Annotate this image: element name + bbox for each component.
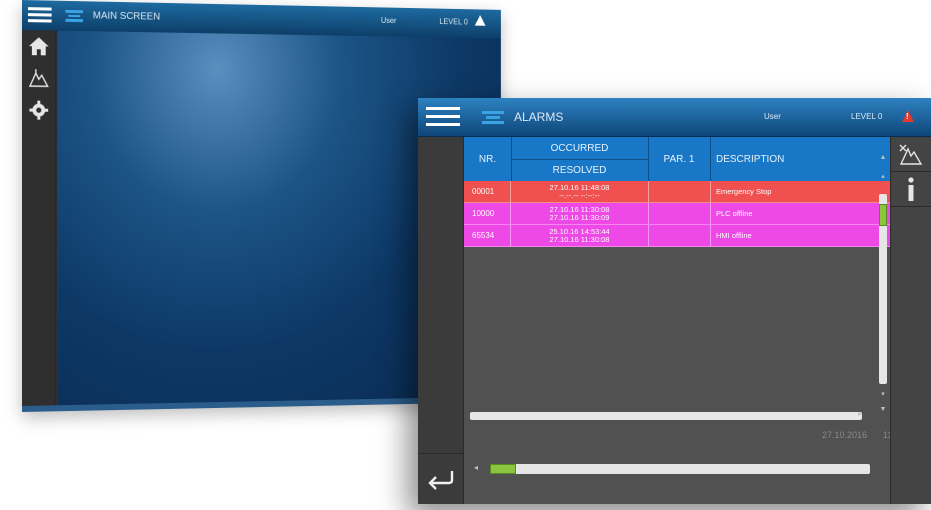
right-sidebar xyxy=(890,137,931,504)
home-button[interactable] xyxy=(22,30,56,62)
page-title: ALARMS xyxy=(514,110,564,124)
date-label: 27.10.2016 xyxy=(822,430,868,440)
cell-description: HMI offline xyxy=(716,231,752,240)
cell-par1 xyxy=(648,203,711,224)
scroll-up-icon[interactable]: ▴ xyxy=(879,172,887,180)
horizontal-scrollbar[interactable]: ◂ xyxy=(470,463,880,476)
hscroll-track[interactable] xyxy=(470,412,862,420)
column-header-nr[interactable]: NR. xyxy=(464,137,512,181)
horizontal-scroll-track[interactable] xyxy=(490,464,870,474)
horizontal-scroll-thumb[interactable] xyxy=(490,464,516,474)
back-button[interactable] xyxy=(418,453,463,504)
cell-nr: 10000 xyxy=(464,203,511,224)
alarm-acknowledge-icon xyxy=(899,144,923,165)
warning-icon[interactable] xyxy=(474,15,486,26)
alarm-header: ALARMS User LEVEL 0 xyxy=(418,98,931,137)
scroll-left-icon[interactable]: ◂ xyxy=(474,463,478,472)
cell-par1 xyxy=(648,181,711,202)
info-icon xyxy=(908,177,914,201)
scroll-right-icon[interactable]: ▸ xyxy=(858,409,862,418)
logo-icon xyxy=(65,9,84,23)
alarm-icon xyxy=(28,69,49,88)
table-hscroll-track[interactable]: ▸ xyxy=(470,409,862,422)
cell-time: 25.10.16 14:53:44 27.10.16 11:30:08 xyxy=(511,225,649,246)
table-row[interactable]: 65534 25.10.16 14:53:44 27.10.16 11:30:0… xyxy=(464,225,892,247)
cell-resolved: 27.10.16 11:30:08 xyxy=(549,234,610,244)
scroll-down-icon[interactable]: ▾ xyxy=(879,390,887,398)
sidebar xyxy=(22,30,57,412)
alarm-screen-panel: ALARMS User LEVEL 0 NR. OCCURRED RESOLVE… xyxy=(418,98,931,504)
cell-description: Emergency Stop xyxy=(716,187,772,196)
scroll-bottom-icon[interactable]: ▼ xyxy=(879,406,887,413)
user-label: User xyxy=(380,16,397,26)
column-header-occurred[interactable]: OCCURRED xyxy=(511,137,649,160)
cell-resolved: --.--.-- --:--:-- xyxy=(559,190,600,200)
home-icon xyxy=(28,37,49,56)
cell-par1 xyxy=(648,225,711,246)
return-arrow-icon xyxy=(427,471,453,490)
cell-nr: 00001 xyxy=(464,181,511,202)
level-label: LEVEL 0 xyxy=(439,17,468,27)
cell-time: 27.10.16 11:48:08 --.--.-- --:--:-- xyxy=(511,181,649,202)
warning-icon[interactable] xyxy=(902,110,914,122)
table-row[interactable]: 10000 27.10.16 11:30:08 27.10.16 11:30:0… xyxy=(464,203,892,225)
vertical-scrollbar[interactable]: ▲ ▴ ▾ ▼ xyxy=(879,154,887,414)
alarm-table: NR. OCCURRED RESOLVED PAR. 1 DESCRIPTION… xyxy=(464,137,892,504)
info-button[interactable] xyxy=(891,172,931,207)
column-header-description[interactable]: DESCRIPTION xyxy=(710,137,892,181)
alarm-button[interactable] xyxy=(22,62,56,94)
cell-time: 27.10.16 11:30:08 27.10.16 11:30:09 xyxy=(511,203,649,224)
menu-icon[interactable] xyxy=(426,107,460,127)
table-row[interactable]: 00001 27.10.16 11:48:08 --.--.-- --:--:-… xyxy=(464,181,892,203)
table-header: NR. OCCURRED RESOLVED PAR. 1 DESCRIPTION xyxy=(464,137,892,181)
acknowledge-button[interactable] xyxy=(891,137,931,172)
left-sidebar xyxy=(418,137,464,504)
cell-description: PLC offline xyxy=(716,209,753,218)
settings-button[interactable] xyxy=(22,94,56,126)
scroll-top-icon[interactable]: ▲ xyxy=(879,154,887,161)
user-label: User xyxy=(764,112,781,121)
cell-nr: 65534 xyxy=(464,225,511,246)
column-header-resolved[interactable]: RESOLVED xyxy=(511,159,649,181)
cell-resolved: 27.10.16 11:30:09 xyxy=(549,212,610,222)
logo-icon xyxy=(482,110,504,124)
column-header-par1[interactable]: PAR. 1 xyxy=(648,137,711,181)
vertical-scroll-thumb[interactable] xyxy=(879,204,887,226)
menu-icon[interactable] xyxy=(27,7,52,23)
settings-icon xyxy=(29,100,49,120)
table-body: 00001 27.10.16 11:48:08 --.--.-- --:--:-… xyxy=(464,181,892,247)
level-label: LEVEL 0 xyxy=(851,112,883,121)
page-title: MAIN SCREEN xyxy=(92,10,161,23)
